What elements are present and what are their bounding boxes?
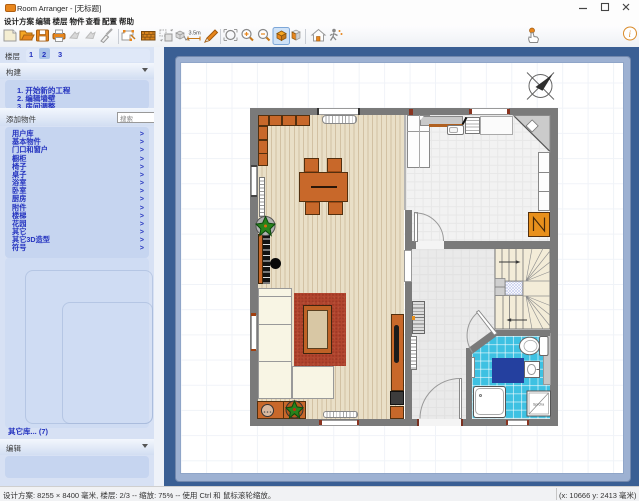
svg-text:3.5m: 3.5m <box>189 31 202 37</box>
